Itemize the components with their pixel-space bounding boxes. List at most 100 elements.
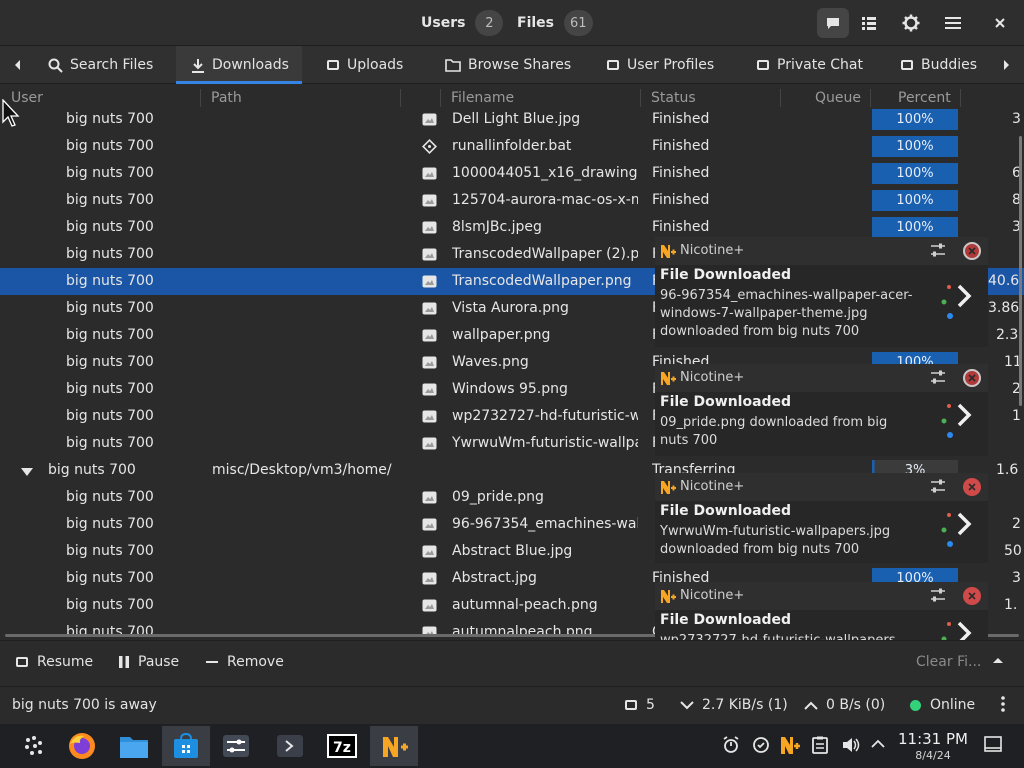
column-status[interactable]: Status (651, 90, 696, 106)
expand-button[interactable] (992, 656, 1004, 664)
cell-user: big nuts 700 (66, 219, 154, 235)
cell-user: big nuts 700 (66, 516, 154, 532)
taskbar: 7z 11:31 PM 8/4/24 (0, 724, 1024, 768)
notification-open-arrow-icon[interactable] (955, 402, 973, 432)
app-launcher-button[interactable] (12, 726, 56, 766)
nicotine-icon (660, 479, 676, 499)
notification-text: YwrwuWm-futuristic-wallpapers.jpg downlo… (660, 524, 891, 557)
7zip-taskbar-button[interactable]: 7z (320, 726, 364, 766)
tab-user-profiles[interactable]: User Profiles (598, 46, 722, 84)
notification-body[interactable]: File Downloaded 96-967354_emachines-wallp… (655, 265, 988, 347)
tab-label: Downloads (212, 57, 289, 73)
cell-size: 1. (1004, 597, 1018, 613)
preferences-button[interactable] (895, 8, 927, 38)
column-queue[interactable]: Queue (815, 90, 861, 106)
upload-speed[interactable]: 0 B/s (0) (804, 697, 885, 713)
firefox-taskbar-button[interactable] (60, 726, 104, 766)
nicotine-taskbar-button[interactable] (370, 726, 418, 766)
notification-body[interactable]: File Downloaded 09_pride.png downloaded f… (655, 392, 988, 456)
chevron-up-icon[interactable] (871, 739, 885, 748)
notification-body[interactable]: File Downloaded YwrwuWm-futuristic-wallpa… (655, 501, 988, 563)
notification-settings-icon[interactable] (930, 243, 946, 261)
tabs-scroll-left-button[interactable] (8, 46, 26, 84)
files-stat[interactable]: Files 61 (517, 9, 593, 37)
tab-buddies[interactable]: Buddies (892, 46, 985, 84)
hamburger-icon (945, 17, 961, 29)
terminal-icon (277, 735, 303, 757)
nicotine-tray-icon[interactable] (779, 734, 801, 756)
cell-path: misc/Desktop/vm3/home/ (212, 462, 392, 478)
list-view-button[interactable] (853, 8, 885, 38)
cell-user: big nuts 700 (66, 597, 154, 613)
table-row[interactable]: big nuts 700 1000044051_x16_drawing.pn Fin… (0, 160, 1024, 187)
tab-private-chat[interactable]: Private Chat (748, 46, 871, 84)
tab-downloads[interactable]: Downloads (176, 46, 302, 84)
vertical-scrollbar[interactable] (1019, 136, 1022, 406)
tab-label: Private Chat (777, 57, 863, 73)
clear-finished-button[interactable]: Clear Fi... (916, 654, 981, 670)
store-taskbar-button[interactable] (162, 726, 210, 766)
tab-browse-shares[interactable]: Browse Shares (437, 46, 579, 84)
notification-open-arrow-icon[interactable] (955, 283, 973, 313)
download-speed[interactable]: 2.7 KiB/s (1) (680, 697, 788, 713)
settings-taskbar-button[interactable] (214, 726, 258, 766)
close-icon (968, 483, 976, 491)
status-menu-button[interactable] (1001, 696, 1005, 712)
cell-user: big nuts 700 (66, 381, 154, 397)
pause-button[interactable]: Pause (118, 654, 179, 670)
expander-icon[interactable] (21, 465, 33, 481)
cell-size: 3.86 (988, 300, 1020, 316)
tab-bar: Search Files Downloads Uploads Browse Sh… (0, 46, 1024, 84)
users-stat[interactable]: Users 2 (421, 9, 504, 37)
clock[interactable]: 11:31 PM 8/4/24 (896, 730, 970, 762)
show-desktop-icon[interactable] (984, 736, 1002, 752)
close-window-button[interactable] (984, 8, 1016, 38)
tabs-scroll-right-button[interactable] (998, 46, 1016, 84)
search-icon (48, 58, 63, 73)
alarm-tray-icon[interactable] (722, 736, 740, 754)
vertical-dots-icon (1001, 696, 1005, 712)
resume-button[interactable]: Resume (15, 654, 93, 670)
update-tray-icon[interactable] (752, 736, 770, 754)
cell-user: big nuts 700 (66, 300, 154, 316)
image-file-icon (422, 113, 437, 126)
remove-button[interactable]: Remove (205, 654, 284, 670)
chevron-left-icon (15, 60, 20, 70)
column-percent[interactable]: Percent (898, 90, 951, 106)
remove-label: Remove (227, 654, 284, 670)
file-manager-taskbar-button[interactable] (112, 726, 156, 766)
table-row[interactable]: big nuts 700 125704-aurora-mac-os-x-m Fini… (0, 187, 1024, 214)
chevron-up-icon (804, 701, 818, 710)
tab-label: Browse Shares (468, 57, 572, 73)
volume-tray-icon[interactable] (842, 736, 860, 754)
tab-search-files[interactable]: Search Files (40, 46, 161, 84)
table-row[interactable]: big nuts 700 Dell Light Blue.jpg Finished 1… (0, 106, 1024, 133)
online-status[interactable]: Online (910, 697, 975, 713)
column-path[interactable]: Path (211, 90, 242, 106)
files-count: 61 (564, 10, 593, 36)
notification-settings-icon[interactable] (930, 370, 946, 388)
notification-open-arrow-icon[interactable] (955, 511, 973, 541)
clipboard-tray-icon[interactable] (812, 736, 828, 754)
notification-settings-icon[interactable] (930, 588, 946, 606)
terminal-taskbar-button[interactable] (268, 726, 312, 766)
column-filename[interactable]: Filename (451, 90, 514, 106)
notification-close-button[interactable] (963, 478, 981, 496)
chat-icon (757, 60, 769, 70)
notification-settings-icon[interactable] (930, 479, 946, 497)
table-row[interactable]: big nuts 700 runallinfolder.bat Finished 10… (0, 133, 1024, 160)
queue-count[interactable]: 5 (624, 697, 655, 713)
main-menu-button[interactable] (937, 8, 969, 38)
notification-close-button[interactable] (963, 587, 981, 605)
chat-view-button[interactable] (817, 8, 849, 38)
tab-uploads[interactable]: Uploads (318, 46, 411, 84)
progress-bar: 100% (872, 136, 958, 157)
gear-icon (902, 14, 920, 32)
notification-close-button[interactable] (963, 369, 981, 387)
cell-size: 2.3 (996, 327, 1019, 343)
notification-close-button[interactable] (963, 242, 981, 260)
cell-user: big nuts 700 (66, 192, 154, 208)
user-icon (607, 60, 619, 70)
notification-header: Nicotine+ (655, 582, 988, 610)
notification-title: File Downloaded (660, 503, 792, 519)
